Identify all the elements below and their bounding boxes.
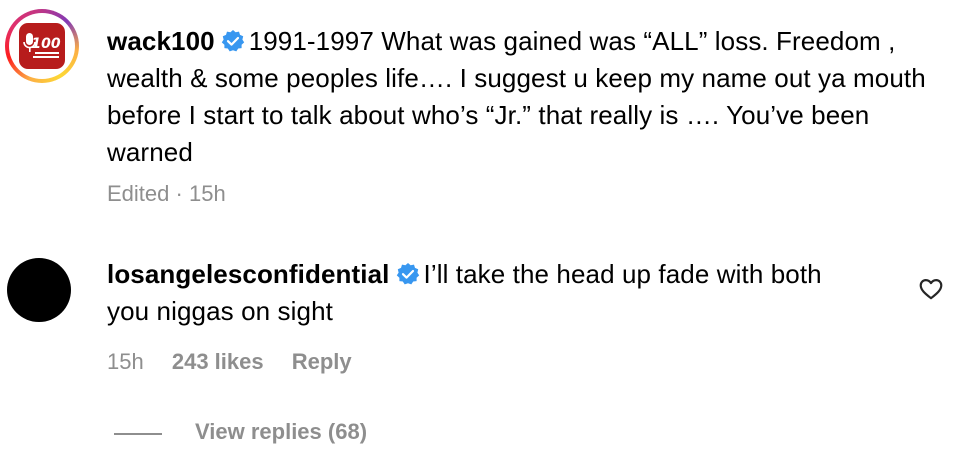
heart-icon[interactable] [918,276,944,302]
story-ring[interactable]: 100 [5,9,79,83]
view-replies-button[interactable]: View replies (68) [195,418,367,446]
replies-divider [114,433,162,435]
meta-separator: · [175,181,183,206]
comment-text-1: wack100 1991-1997 What was gained was “AL… [107,23,927,171]
avatar-ring-gap: 100 [9,13,75,79]
likes-count[interactable]: 243 likes [172,349,264,374]
verified-badge-icon [396,263,419,285]
verified-badge-icon [221,30,244,52]
comment-username[interactable]: wack100 [107,26,215,56]
comment-meta-2: 15h 243 likes Reply [107,348,374,376]
comment-username[interactable]: losangelesconfidential [107,259,390,289]
comment-time[interactable]: 15h [107,349,144,374]
avatar-badge-text: 100 [31,36,60,52]
comment-time[interactable]: 15h [189,181,226,206]
comment-text-2: losangelesconfidential I’ll take the head… [107,256,867,330]
edited-label: Edited [107,181,170,206]
reply-button[interactable]: Reply [292,349,352,374]
comment-meta-1: Edited · 15h [107,180,226,208]
avatar-losangelesconfidential[interactable] [7,258,71,322]
hundred-logo-icon: 100 [19,23,65,69]
avatar-wack100[interactable]: 100 [13,17,71,75]
